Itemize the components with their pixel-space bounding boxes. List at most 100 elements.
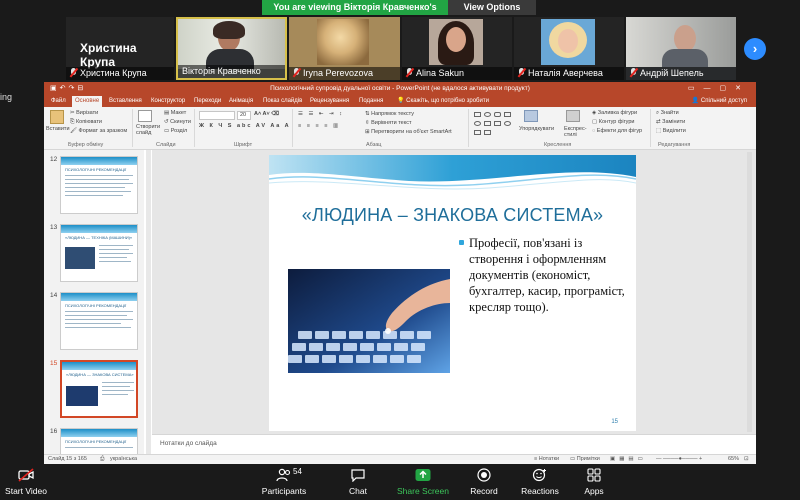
slide-title[interactable]: «ЛЮДИНА – ЗНАКОВА СИСТЕМА» (269, 205, 636, 226)
shape-rounded-icon[interactable] (494, 112, 501, 117)
slide-thumbnail-13[interactable]: «ЛЮДИНА — ТЕХНІКА (МАШИНИ)» (60, 224, 138, 282)
new-slide-icon[interactable] (138, 110, 152, 122)
view-options-button[interactable]: View Options (448, 0, 536, 15)
next-participants-button[interactable]: › (744, 38, 766, 60)
paste-icon[interactable] (50, 110, 64, 124)
quick-styles-icon[interactable] (566, 110, 580, 122)
section-button[interactable]: ▭ Розділ (164, 128, 187, 134)
share-screen-button[interactable]: Share Screen (394, 464, 452, 500)
notes-pane[interactable]: Нотатки до слайда (152, 434, 756, 454)
align-buttons-icon[interactable]: ≡ ≡ ≡ ≡ ▥ (298, 123, 340, 129)
paragraph-group-label: Абзац (366, 142, 382, 148)
shape-oval-icon[interactable] (484, 112, 491, 117)
shape-rect-icon[interactable] (504, 112, 511, 117)
participant-tile-5[interactable]: Наталія Аверчева (514, 17, 624, 80)
tab-design[interactable]: Конструктор (148, 96, 188, 107)
participant-tile-1[interactable]: Христина Крупа Христина Крупа (66, 17, 174, 80)
tab-transitions[interactable]: Переходи (191, 96, 224, 107)
tab-home[interactable]: Основне (72, 96, 103, 107)
shared-screen-powerpoint[interactable]: ▣↶↷⊟ Психологічний супровід дуальної осв… (44, 82, 756, 464)
shape-fill-button[interactable]: ◈ Заливка фігури (592, 110, 637, 116)
view-mode-icons[interactable]: ▣▦▤▭ (610, 455, 647, 464)
participants-button[interactable]: 54 Participants (258, 464, 310, 500)
participant-tile-3[interactable]: Iryna Perevozova (289, 17, 400, 80)
shape-rect-icon[interactable] (474, 112, 481, 117)
new-slide-button[interactable]: Створити слайд (136, 124, 162, 136)
language-label[interactable]: українська (110, 455, 137, 464)
replace-button[interactable]: ⇄ Замінити (656, 119, 685, 125)
tell-me-search[interactable]: 💡 Скажіть, що потрібно зробити (394, 96, 492, 107)
slide-editing-area[interactable]: «ЛЮДИНА – ЗНАКОВА СИСТЕМА» Професії, пов… (152, 150, 756, 434)
thumbnail-text-line (99, 261, 131, 262)
arrange-button[interactable]: Упорядкувати (519, 126, 554, 132)
smartart-button[interactable]: ⊞ Перетворити на об'єкт SmartArt (365, 129, 452, 135)
apps-button[interactable]: Apps (576, 464, 612, 500)
zoom-level-label[interactable]: 65% (728, 455, 739, 464)
spellcheck-icon[interactable]: ⎙ (100, 455, 104, 464)
tab-file[interactable]: Файл (48, 96, 69, 107)
comments-toggle-button[interactable]: ▭ Примітки (570, 455, 600, 464)
reactions-button[interactable]: Reactions (517, 464, 563, 500)
notes-toggle-button[interactable]: ≡ Нотатки (534, 455, 559, 464)
select-button[interactable]: ⬚ Виділити (656, 128, 686, 134)
thumbnail-title: «ЛЮДИНА — ТЕХНІКА (МАШИНИ)» (65, 235, 133, 240)
chat-button[interactable]: Chat (338, 464, 378, 500)
font-style-buttons[interactable]: Ж К Ч S abc AV Aa A (199, 123, 291, 129)
slide-thumbnail-12[interactable]: ПСИХОЛОГІЧНІ РЕКОМЕНДАЦІЇ (60, 156, 138, 214)
tab-review[interactable]: Рецензування (307, 96, 352, 107)
thumbnail-scrollbar[interactable] (146, 150, 151, 454)
participant-tile-2[interactable]: Вікторія Кравченко (176, 17, 287, 80)
tab-view[interactable]: Подання (356, 96, 386, 107)
keyboard-hand-image[interactable] (288, 269, 450, 373)
font-size-box[interactable]: 20 (237, 111, 251, 120)
participant-tile-6[interactable]: Андрій Шепель (626, 17, 736, 80)
font-grow-shrink-icon[interactable]: A˄ A˅ ⌫ (254, 111, 279, 117)
start-video-button[interactable]: Start Video (0, 464, 52, 500)
tab-slideshow[interactable]: Показ слайдів (260, 96, 305, 107)
slide-thumbnail-14[interactable]: ПСИХОЛОГІЧНІ РЕКОМЕНДАЦІЇ (60, 292, 138, 350)
shape-rect-icon[interactable] (494, 121, 501, 126)
current-slide[interactable]: «ЛЮДИНА – ЗНАКОВА СИСТЕМА» Професії, пов… (269, 155, 636, 431)
shape-rect-icon[interactable] (484, 130, 491, 135)
slide-thumbnail-15[interactable]: «ЛЮДИНА — ЗНАКОВА СИСТЕМА» (60, 360, 138, 418)
slide-body[interactable]: Професії, пов'язані із створення і оформ… (459, 235, 629, 315)
thumbnail-wave (61, 293, 137, 301)
slide-thumbnail-pane[interactable]: 12 ПСИХОЛОГІЧНІ РЕКОМЕНДАЦІЇ 13 «ЛЮДИНА … (44, 150, 144, 454)
align-text-button[interactable]: ⇳ Вирівняти текст (365, 120, 411, 126)
font-family-box[interactable] (199, 111, 235, 120)
tab-insert[interactable]: Вставлення (106, 96, 145, 107)
arrange-icon[interactable] (524, 110, 538, 122)
layout-button[interactable]: ▤ Макет (164, 110, 186, 116)
fit-slide-icon[interactable]: ⊡ (744, 455, 749, 464)
list-buttons-icon[interactable]: ☰ ☰ ⇤ ⇥ ↕ (298, 111, 344, 117)
zoom-slider[interactable]: — ────●──── + (656, 455, 702, 464)
shape-oval-icon[interactable] (504, 121, 511, 126)
thumbnail-image (65, 247, 95, 269)
copy-button[interactable]: ⎘ Копіювати (70, 119, 102, 126)
slide-scrollbar[interactable] (747, 152, 752, 432)
zoom-window: You are viewing Вікторія Кравченко's scr… (0, 0, 800, 500)
shape-rect-icon[interactable] (484, 121, 491, 126)
participant-tile-4[interactable]: Alina Sakun (402, 17, 512, 80)
shape-outline-button[interactable]: ▢ Контур фігури (592, 119, 634, 125)
participant-name-bar: Iryna Perevozova (289, 67, 400, 80)
share-button[interactable]: 👤 Спільний доступ (689, 96, 750, 107)
thumbnail-title: ПСИХОЛОГІЧНІ РЕКОМЕНДАЦІЇ (65, 167, 127, 172)
record-button[interactable]: Record (464, 464, 504, 500)
shape-oval-icon[interactable] (474, 121, 481, 126)
tab-animations[interactable]: Анімація (226, 96, 256, 107)
text-direction-button[interactable]: ⇅ Напрямок тексту (365, 111, 414, 117)
cut-button[interactable]: ✂ Вирізати (70, 110, 98, 116)
window-controls-icon[interactable]: ▭—▢✕ (688, 82, 750, 96)
quick-styles-button[interactable]: Експрес-стилі (564, 126, 588, 138)
thumbnail-text-line (65, 179, 129, 180)
shape-rect-icon[interactable] (474, 130, 481, 135)
find-button[interactable]: ⌕ Знайти (656, 110, 679, 117)
shape-effects-button[interactable]: ◌ Ефекти для фігур (592, 128, 642, 134)
paste-button[interactable]: Вставити (46, 126, 70, 132)
slide-thumbnail-16[interactable]: ПСИХОЛОГІЧНІ РЕКОМЕНДАЦІЇ (60, 428, 138, 454)
slides-group-label: Слайди (156, 142, 176, 148)
participant-face (558, 29, 578, 53)
reset-button[interactable]: ↺ Скинути (164, 119, 191, 125)
format-painter-button[interactable]: 🖌 Формат за зразком (70, 128, 127, 134)
